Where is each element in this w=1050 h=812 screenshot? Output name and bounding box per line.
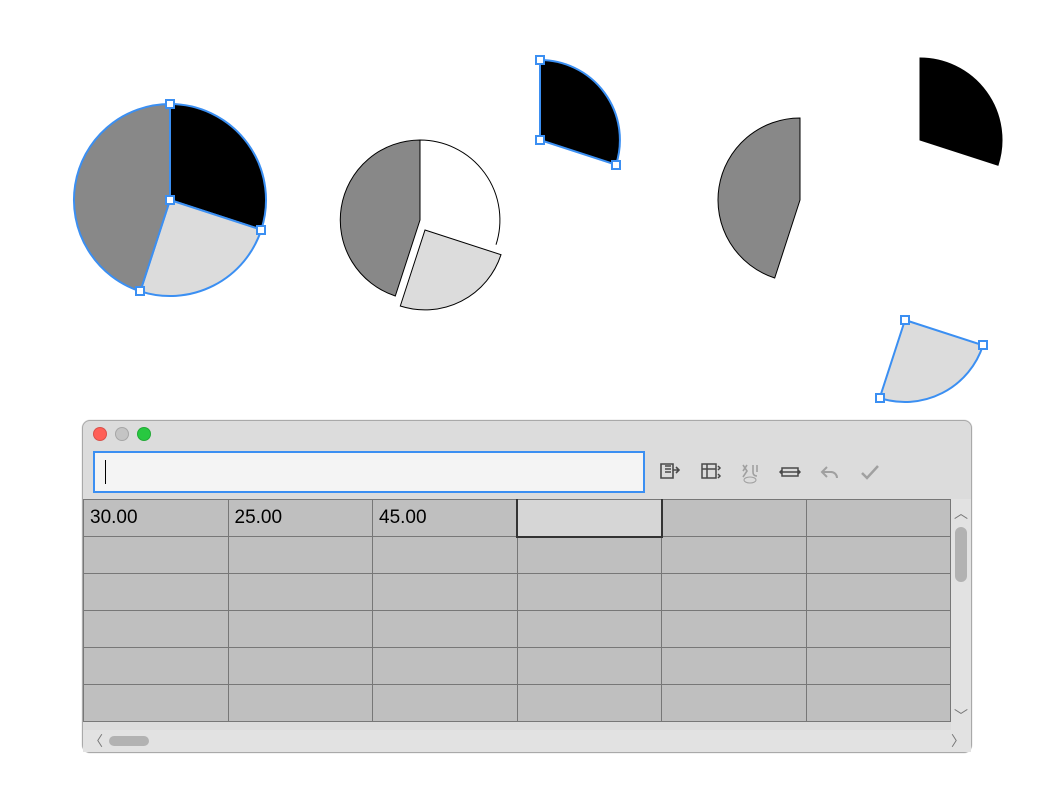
pie-3-slice-light-selected[interactable] — [880, 320, 983, 402]
selection-handle[interactable] — [535, 135, 545, 145]
table-cell[interactable] — [517, 685, 662, 722]
table-cell[interactable] — [228, 648, 373, 685]
table-cell[interactable] — [373, 685, 518, 722]
table-cell[interactable] — [84, 537, 229, 574]
table-cell[interactable] — [806, 574, 951, 611]
table-cell[interactable] — [517, 500, 662, 537]
selection-handle[interactable] — [135, 286, 145, 296]
table-cell[interactable] — [373, 537, 518, 574]
data-grid-area: 30.0025.0045.00 ︿ ﹀ — [83, 499, 971, 730]
pie-3[interactable] — [670, 40, 1030, 410]
pie-1-selected[interactable] — [70, 75, 290, 325]
pie-2-slice-dark[interactable] — [340, 140, 420, 296]
cell-size-icon[interactable] — [775, 457, 805, 487]
pie-3-slice-dark[interactable] — [718, 118, 800, 278]
table-cell[interactable] — [228, 611, 373, 648]
table-cell[interactable] — [806, 648, 951, 685]
table-cell[interactable] — [662, 574, 807, 611]
table-row — [84, 685, 951, 722]
selection-handle[interactable] — [875, 393, 885, 403]
window-zoom-button[interactable] — [137, 427, 151, 441]
pie-3-slice-black[interactable] — [920, 58, 1002, 165]
table-cell[interactable] — [517, 648, 662, 685]
table-cell[interactable] — [662, 611, 807, 648]
data-table[interactable]: 30.0025.0045.00 — [83, 499, 951, 722]
table-cell[interactable] — [806, 685, 951, 722]
selection-handle[interactable] — [535, 55, 545, 65]
import-data-icon[interactable] — [655, 457, 685, 487]
table-cell[interactable]: 45.00 — [373, 500, 518, 537]
formula-input[interactable] — [93, 451, 645, 493]
table-cell[interactable] — [228, 574, 373, 611]
table-cell[interactable] — [84, 648, 229, 685]
scroll-down-arrow[interactable]: ﹀ — [954, 706, 968, 726]
table-cell[interactable] — [84, 611, 229, 648]
selection-handle[interactable] — [256, 225, 266, 235]
undo-icon[interactable] — [815, 457, 845, 487]
horizontal-scrollbar[interactable]: 〈 〉 — [83, 730, 971, 752]
table-cell[interactable] — [373, 574, 518, 611]
table-cell[interactable] — [228, 685, 373, 722]
table-row — [84, 537, 951, 574]
window-titlebar[interactable] — [83, 421, 971, 447]
scroll-right-arrow[interactable]: 〉 — [951, 731, 965, 751]
selection-handle[interactable] — [611, 160, 621, 170]
canvas-area[interactable] — [0, 0, 1050, 410]
table-cell[interactable] — [84, 574, 229, 611]
pie-2-slice-black-selected[interactable] — [540, 60, 620, 165]
vertical-scroll-thumb[interactable] — [955, 527, 967, 582]
table-cell[interactable] — [373, 648, 518, 685]
pie-2-slice-light[interactable] — [400, 230, 501, 310]
data-toolbar — [83, 447, 971, 499]
selection-handle[interactable] — [165, 99, 175, 109]
table-row — [84, 611, 951, 648]
table-row — [84, 574, 951, 611]
table-cell[interactable] — [662, 537, 807, 574]
table-cell[interactable]: 25.00 — [228, 500, 373, 537]
scroll-left-arrow[interactable]: 〈 — [89, 731, 103, 751]
window-close-button[interactable] — [93, 427, 107, 441]
horizontal-scroll-thumb[interactable] — [109, 736, 149, 746]
window-minimize-button[interactable] — [115, 427, 129, 441]
table-cell[interactable] — [662, 685, 807, 722]
selection-handle[interactable] — [900, 315, 910, 325]
swap-xy-icon[interactable] — [735, 457, 765, 487]
table-cell[interactable] — [373, 611, 518, 648]
table-cell[interactable] — [517, 537, 662, 574]
vertical-scrollbar[interactable]: ︿ ﹀ — [951, 499, 971, 730]
table-cell[interactable] — [84, 685, 229, 722]
table-cell[interactable] — [517, 611, 662, 648]
table-cell[interactable] — [228, 537, 373, 574]
table-cell[interactable] — [662, 648, 807, 685]
selection-handle[interactable] — [165, 195, 175, 205]
scroll-up-arrow[interactable]: ︿ — [954, 503, 968, 523]
swap-rows-cols-icon[interactable] — [695, 457, 725, 487]
table-cell[interactable] — [806, 500, 951, 537]
table-cell[interactable]: 30.00 — [84, 500, 229, 537]
table-row: 30.0025.0045.00 — [84, 500, 951, 537]
table-row — [84, 648, 951, 685]
table-cell[interactable] — [806, 537, 951, 574]
table-cell[interactable] — [662, 500, 807, 537]
graph-data-window: 30.0025.0045.00 ︿ ﹀ 〈 〉 — [82, 420, 972, 753]
confirm-icon[interactable] — [855, 457, 885, 487]
pie-2[interactable] — [310, 55, 640, 345]
table-cell[interactable] — [806, 611, 951, 648]
selection-handle[interactable] — [978, 340, 988, 350]
table-cell[interactable] — [517, 574, 662, 611]
